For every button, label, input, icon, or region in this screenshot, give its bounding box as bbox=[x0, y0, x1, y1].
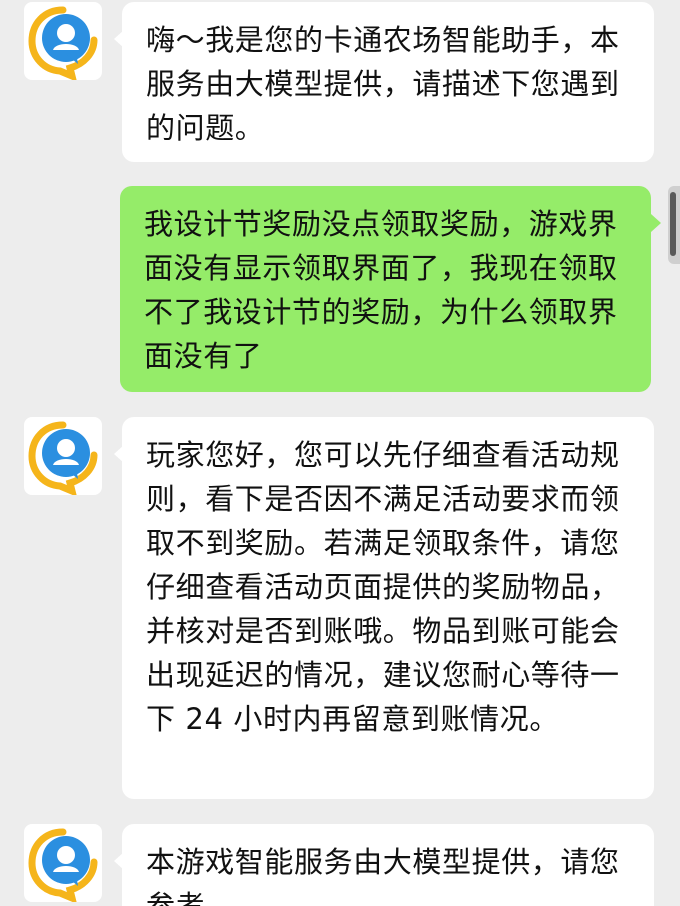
chat-thread: 嗨～我是您的卡通农场智能助手，本服务由大模型提供，请描述下您遇到的问题。 我设计… bbox=[0, 0, 680, 906]
assistant-message-bubble[interactable]: 本游戏智能服务由大模型提供，请您参考。 bbox=[122, 824, 654, 906]
assistant-message-bubble[interactable]: 嗨～我是您的卡通农场智能助手，本服务由大模型提供，请描述下您遇到的问题。 bbox=[122, 2, 654, 162]
assistant-bot-icon bbox=[28, 6, 98, 80]
user-avatar-icon[interactable] bbox=[668, 186, 680, 264]
assistant-message-bubble[interactable]: 玩家您好，您可以先仔细查看活动规则，看下是否因不满足活动要求而领取不到奖励。若满… bbox=[122, 417, 654, 799]
assistant-bot-icon bbox=[28, 421, 98, 495]
assistant-avatar[interactable] bbox=[24, 2, 102, 80]
assistant-bot-icon bbox=[28, 828, 98, 902]
user-message-bubble[interactable]: 我设计节奖励没点领取奖励，游戏界面没有显示领取界面了，我现在领取不了我设计节的奖… bbox=[120, 186, 651, 392]
assistant-avatar[interactable] bbox=[24, 417, 102, 495]
assistant-avatar[interactable] bbox=[24, 824, 102, 902]
bubble-tail bbox=[651, 214, 661, 232]
